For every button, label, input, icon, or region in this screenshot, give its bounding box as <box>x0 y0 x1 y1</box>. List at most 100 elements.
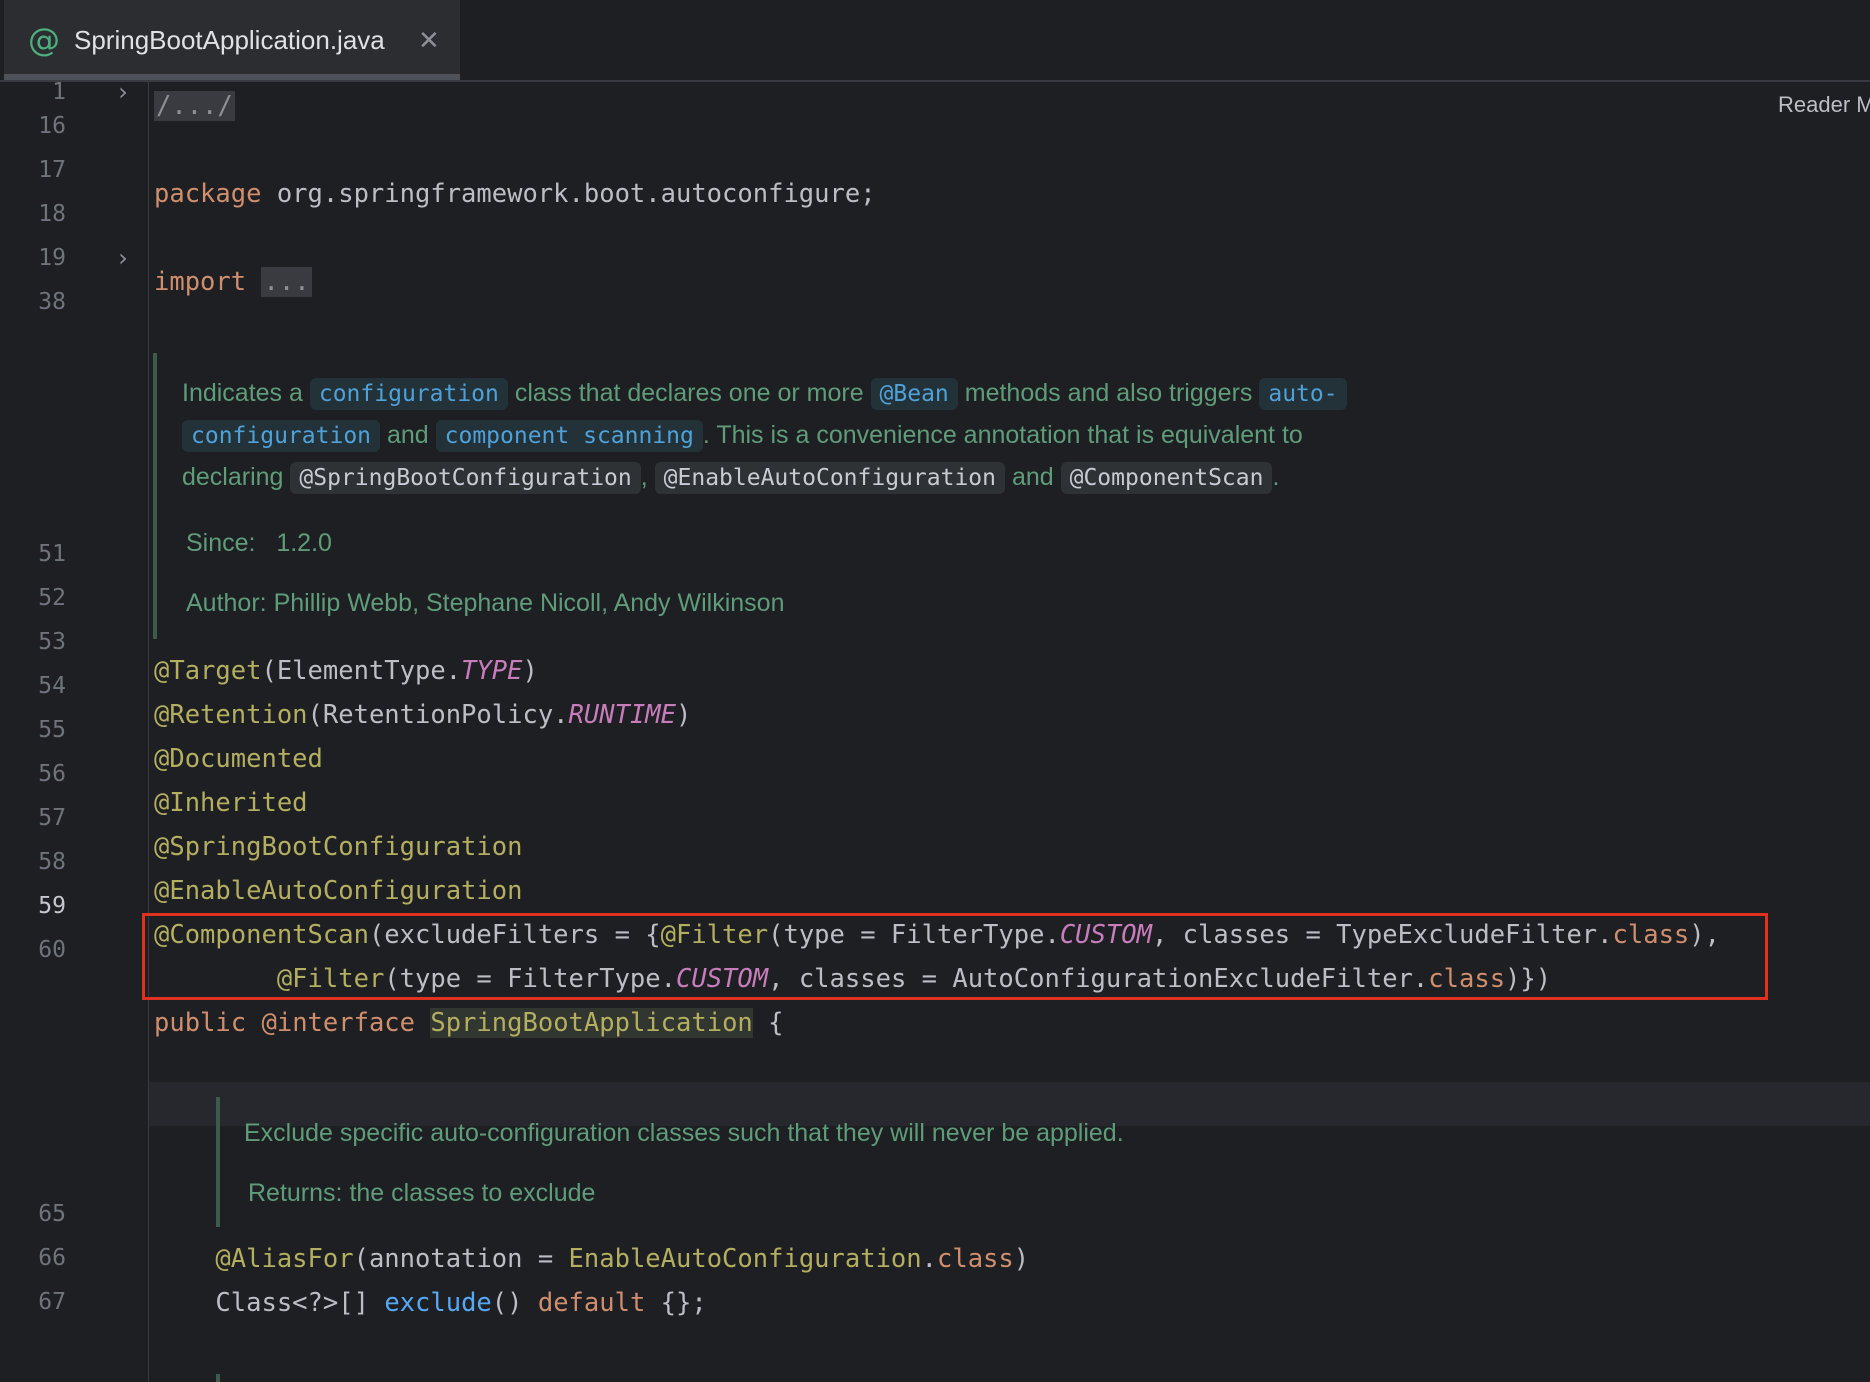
code-text: . <box>921 1244 937 1274</box>
annotation: @AliasFor <box>215 1244 354 1274</box>
author-label: Author: <box>186 589 267 617</box>
line-number-current: 59 <box>38 893 66 919</box>
package-name: org.springframework.boot.autoconfigure; <box>261 179 876 209</box>
keyword: import <box>154 267 247 297</box>
code-line-19[interactable]: import ... <box>154 260 312 304</box>
code-text: (RetentionPolicy. <box>307 700 569 730</box>
doc-code: @EnableAutoConfiguration <box>654 462 1005 494</box>
line-number: 57 <box>38 805 66 831</box>
highlight-box <box>142 913 1768 1000</box>
since-label: Since: <box>186 529 256 557</box>
code-line-1[interactable]: /.../ <box>154 84 235 128</box>
line-number: 51 <box>38 541 66 567</box>
line-number: 16 <box>38 113 66 139</box>
line-number: 38 <box>38 289 66 315</box>
line-number: 58 <box>38 849 66 875</box>
annotation: @Inherited <box>154 788 308 818</box>
returns-value: the classes to exclude <box>349 1179 596 1207</box>
close-icon[interactable]: ✕ <box>418 22 440 58</box>
tab-label: SpringBootApplication.java <box>74 25 385 55</box>
annotation: @SpringBootConfiguration <box>154 832 523 862</box>
editor-tab[interactable]: @ SpringBootApplication.java ✕ <box>4 0 460 80</box>
reader-mode-toggle[interactable]: Reader M <box>1778 92 1870 118</box>
folded-header[interactable]: /.../ <box>154 91 235 121</box>
doc-text: methods and also triggers <box>957 379 1260 407</box>
keyword: @interface <box>261 1008 416 1038</box>
annotation: @Target <box>154 656 262 686</box>
constant: RUNTIME <box>568 700 676 730</box>
doc-link[interactable]: component scanning <box>435 420 703 452</box>
line-number: 54 <box>38 673 66 699</box>
code-line-54[interactable]: @Inherited <box>154 781 308 825</box>
code-text: ) <box>522 656 538 686</box>
line-number: 56 <box>38 761 66 787</box>
doc-text: and <box>380 421 436 449</box>
line-number: 19 <box>38 245 66 271</box>
doc-comment-bar <box>153 353 157 639</box>
keyword: default <box>537 1288 646 1318</box>
doc-text: class that declares one or more <box>507 379 871 407</box>
active-tab-indicator <box>4 74 460 80</box>
author-value: Phillip Webb, Stephane Nicoll, Andy Wilk… <box>273 589 785 617</box>
code-text: (ElementType. <box>261 656 462 686</box>
doc-code: @SpringBootConfiguration <box>290 462 641 494</box>
code-line-51[interactable]: @Target(ElementType.TYPE) <box>154 649 538 693</box>
doc-text: Indicates a <box>182 379 310 407</box>
doc-link[interactable]: auto- <box>1259 378 1347 410</box>
doc-comment-bar <box>216 1097 220 1227</box>
code-text: Class<?>[] <box>215 1288 385 1318</box>
annotation: @Documented <box>154 744 323 774</box>
line-number: 17 <box>38 157 66 183</box>
doc-text: Exclude specific auto-configuration clas… <box>244 1119 1124 1147</box>
line-number: 53 <box>38 629 66 655</box>
keyword: class <box>937 1244 1014 1274</box>
code-text: () <box>491 1288 538 1318</box>
doc-code: @ComponentScan <box>1060 462 1273 494</box>
doc-link[interactable]: @Bean <box>870 378 958 410</box>
class-name[interactable]: SpringBootApplication <box>430 1008 753 1038</box>
returns-label: Returns: <box>248 1179 343 1207</box>
annotation: @EnableAutoConfiguration <box>154 876 523 906</box>
doc-comment-bar <box>216 1374 220 1382</box>
annotation: @Retention <box>154 700 308 730</box>
code-text: ) <box>676 700 692 730</box>
fold-chevron-icon[interactable]: › <box>110 236 136 280</box>
doc-text: declaring <box>182 463 291 491</box>
line-number: 67 <box>38 1289 66 1315</box>
keyword: public <box>154 1008 247 1038</box>
fold-chevron-icon[interactable]: › <box>110 70 136 114</box>
code-line-59[interactable]: public @interface SpringBootApplication … <box>154 1001 784 1045</box>
method-name: exclude <box>384 1288 492 1318</box>
doc-text: . This is a convenience annotation that … <box>702 421 1303 449</box>
annotation-icon: @ <box>28 21 60 59</box>
editor-tab-bar: @ SpringBootApplication.java ✕ <box>0 0 1870 82</box>
doc-text: and <box>1005 463 1061 491</box>
code-text: (annotation = <box>353 1244 569 1274</box>
class-reference: EnableAutoConfiguration <box>568 1244 922 1274</box>
code-line-55[interactable]: @SpringBootConfiguration <box>154 825 522 869</box>
code-text: { <box>752 1008 784 1038</box>
code-text: ) <box>1013 1244 1030 1274</box>
code-line-53[interactable]: @Documented <box>154 737 323 781</box>
code-line-17[interactable]: package org.springframework.boot.autocon… <box>154 172 876 216</box>
since-value: 1.2.0 <box>276 529 332 557</box>
code-line-56[interactable]: @EnableAutoConfiguration <box>154 869 522 913</box>
line-number: 65 <box>38 1201 66 1227</box>
line-number: 52 <box>38 585 66 611</box>
doc-link[interactable]: configuration <box>182 420 381 452</box>
line-number: 55 <box>38 717 66 743</box>
doc-text: , <box>640 463 655 491</box>
code-line-52[interactable]: @Retention(RetentionPolicy.RUNTIME) <box>154 693 691 737</box>
folded-imports[interactable]: ... <box>261 267 312 297</box>
line-number: 66 <box>38 1245 66 1271</box>
code-line-66[interactable]: Class<?>[] exclude() default {}; <box>154 1281 707 1325</box>
keyword: package <box>154 179 262 209</box>
code-text: {}; <box>645 1288 707 1318</box>
constant: TYPE <box>461 656 523 686</box>
code-line-65[interactable]: @AliasFor(annotation = EnableAutoConfigu… <box>154 1237 1029 1281</box>
line-number: 60 <box>38 937 66 963</box>
doc-link[interactable]: configuration <box>309 378 508 410</box>
doc-text: . <box>1272 463 1280 491</box>
